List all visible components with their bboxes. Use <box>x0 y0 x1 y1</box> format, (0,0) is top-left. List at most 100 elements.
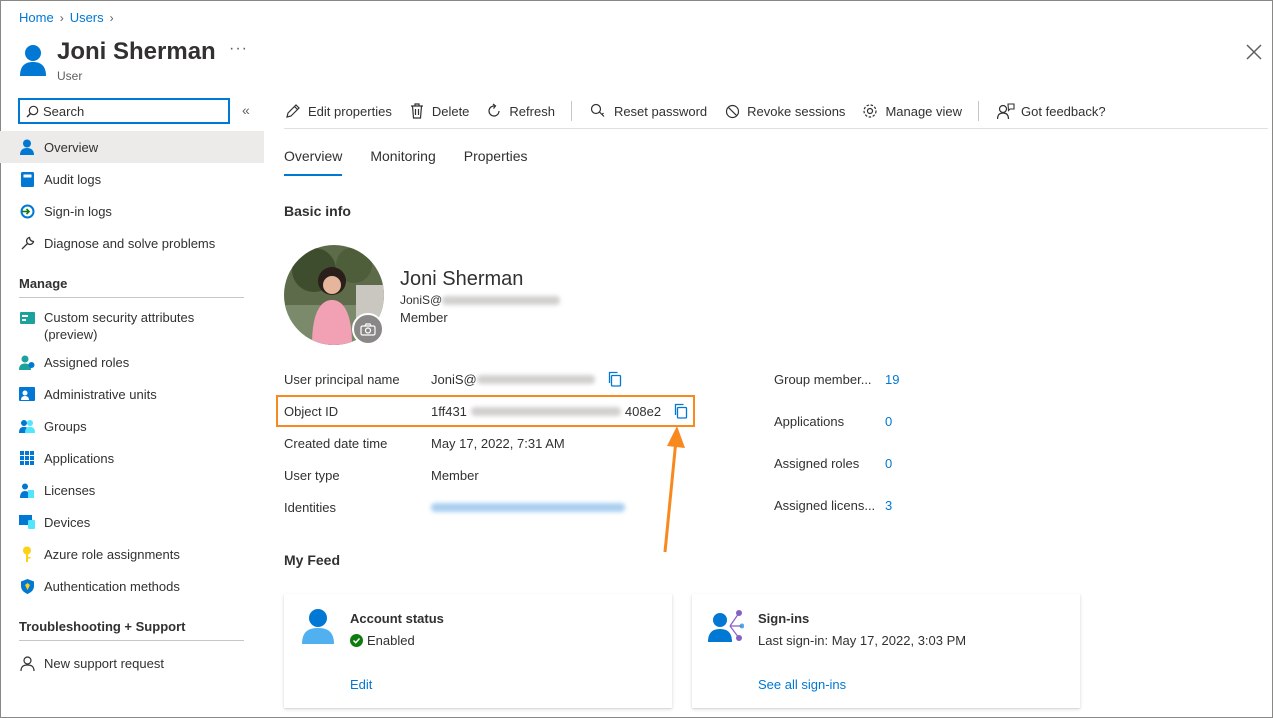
shield-icon <box>19 578 35 594</box>
sidebar-item-licenses[interactable]: Licenses <box>0 474 264 506</box>
chevron-right-icon: › <box>109 10 114 25</box>
tab-overview[interactable]: Overview <box>284 148 343 176</box>
sidebar-item-label: Custom security attributes (preview) <box>44 310 195 342</box>
sidebar-item-label: Overview <box>44 139 99 155</box>
user-type-label: User type <box>284 468 340 483</box>
sidebar-item-azure-role-assignments[interactable]: Azure role assignments <box>0 538 264 570</box>
sidebar-item-label: Sign-in logs <box>44 203 112 219</box>
object-id-value: 1ff431 408e2 <box>431 403 689 419</box>
sidebar-item-diagnose[interactable]: Diagnose and solve problems <box>0 227 264 259</box>
edit-properties-label: Edit properties <box>308 103 392 119</box>
command-bar: Edit properties Delete Refresh Reset pas… <box>284 99 1122 123</box>
key-search-icon <box>590 102 608 120</box>
tab-properties[interactable]: Properties <box>464 148 528 176</box>
sidebar-item-label: Assigned roles <box>44 354 130 370</box>
sidebar-item-groups[interactable]: Groups <box>0 410 264 442</box>
redacted-text <box>442 295 561 305</box>
licenses-icon <box>19 482 35 498</box>
manage-view-button[interactable]: Manage view <box>861 102 962 120</box>
sidebar: Overview Audit logs Sign-in logs Diagnos… <box>0 131 264 679</box>
sign-ins-card: Sign-ins Last sign-in: May 17, 2022, 3:0… <box>692 594 1080 708</box>
refresh-label: Refresh <box>509 103 555 119</box>
toolbar-divider-line <box>284 128 1268 129</box>
divider <box>19 297 244 298</box>
user-type-value: Member <box>431 468 479 483</box>
sign-ins-title: Sign-ins <box>758 611 810 626</box>
roles-icon <box>19 354 35 370</box>
stat-label-roles: Assigned roles <box>774 456 860 471</box>
sidebar-item-custom-security-attributes[interactable]: Custom security attributes (preview) <box>0 304 264 346</box>
sidebar-item-authentication-methods[interactable]: Authentication methods <box>0 570 264 602</box>
see-all-sign-ins-link[interactable]: See all sign-ins <box>758 677 846 692</box>
delete-button[interactable]: Delete <box>408 102 470 120</box>
divider <box>19 640 244 641</box>
stat-value-roles[interactable]: 0 <box>885 456 892 471</box>
upn-label: User principal name <box>284 372 400 387</box>
sidebar-item-label: Groups <box>44 418 87 434</box>
created-value: May 17, 2022, 7:31 AM <box>431 436 565 451</box>
sidebar-item-new-support-request[interactable]: New support request <box>0 647 264 679</box>
revoke-sessions-button[interactable]: Revoke sessions <box>723 102 845 120</box>
close-icon[interactable] <box>1244 42 1264 62</box>
redacted-link[interactable] <box>431 503 625 512</box>
devices-icon <box>19 514 35 530</box>
sidebar-item-administrative-units[interactable]: Administrative units <box>0 378 264 410</box>
reset-password-button[interactable]: Reset password <box>590 102 707 120</box>
stat-value-applications[interactable]: 0 <box>885 414 892 429</box>
sidebar-item-sign-in-logs[interactable]: Sign-in logs <box>0 195 264 227</box>
toolbar-divider <box>570 101 572 121</box>
sidebar-item-assigned-roles[interactable]: Assigned roles <box>0 346 264 378</box>
copy-icon[interactable] <box>607 371 623 387</box>
manage-view-label: Manage view <box>885 103 963 119</box>
stat-value-licenses[interactable]: 3 <box>885 498 892 513</box>
sidebar-item-applications[interactable]: Applications <box>0 442 264 474</box>
object-id-start: 1ff431 <box>431 403 467 419</box>
chevron-right-icon: › <box>59 10 64 25</box>
identities-value[interactable] <box>431 503 625 512</box>
page-title: Joni Sherman <box>57 38 216 65</box>
page-subtitle: User <box>57 69 83 83</box>
delete-label: Delete <box>431 103 470 119</box>
sidebar-item-audit-logs[interactable]: Audit logs <box>0 163 264 195</box>
refresh-button[interactable]: Refresh <box>485 102 555 120</box>
sidebar-item-label: New support request <box>44 655 164 671</box>
camera-icon[interactable] <box>352 313 384 345</box>
user-icon <box>20 45 46 76</box>
section-title-troubleshooting: Troubleshooting + Support <box>19 619 186 634</box>
breadcrumb-home[interactable]: Home <box>19 10 54 25</box>
upn-prefix: JoniS@ <box>431 371 477 387</box>
feedback-person-icon <box>997 102 1015 120</box>
last-sign-in-text: Last sign-in: May 17, 2022, 3:03 PM <box>758 633 967 648</box>
sidebar-item-overview[interactable]: Overview <box>0 131 264 163</box>
search-input[interactable] <box>43 103 223 119</box>
sidebar-item-label: Devices <box>44 514 91 530</box>
sidebar-item-label: Applications <box>44 450 115 466</box>
user-icon <box>302 609 334 644</box>
revoke-sessions-label: Revoke sessions <box>747 103 846 119</box>
search-icon <box>26 105 39 117</box>
edit-properties-button[interactable]: Edit properties <box>284 102 392 120</box>
security-attributes-icon <box>19 310 35 326</box>
user-icon <box>19 139 35 155</box>
stat-label-licenses: Assigned licens... <box>774 498 876 513</box>
arrow-annotation-icon <box>663 426 685 553</box>
tab-monitoring[interactable]: Monitoring <box>370 148 435 176</box>
check-circle-icon <box>350 634 363 647</box>
profile-role: Member <box>400 310 448 325</box>
edit-account-link[interactable]: Edit <box>350 677 372 692</box>
stat-value-groups[interactable]: 19 <box>885 372 899 387</box>
stat-label-applications: Applications <box>774 414 845 429</box>
key-icon <box>19 546 35 562</box>
more-options-button[interactable]: ··· <box>229 40 248 58</box>
copy-icon[interactable] <box>673 403 689 419</box>
sidebar-item-devices[interactable]: Devices <box>0 506 264 538</box>
breadcrumb-users[interactable]: Users <box>70 10 104 25</box>
redacted-text <box>476 374 595 384</box>
redacted-text <box>470 406 621 416</box>
object-id-label: Object ID <box>284 404 339 419</box>
collapse-sidebar-icon[interactable]: « <box>242 102 250 118</box>
block-icon <box>723 102 741 120</box>
wrench-icon <box>19 235 35 251</box>
gear-icon <box>861 102 879 120</box>
feedback-button[interactable]: Got feedback? <box>997 102 1106 120</box>
